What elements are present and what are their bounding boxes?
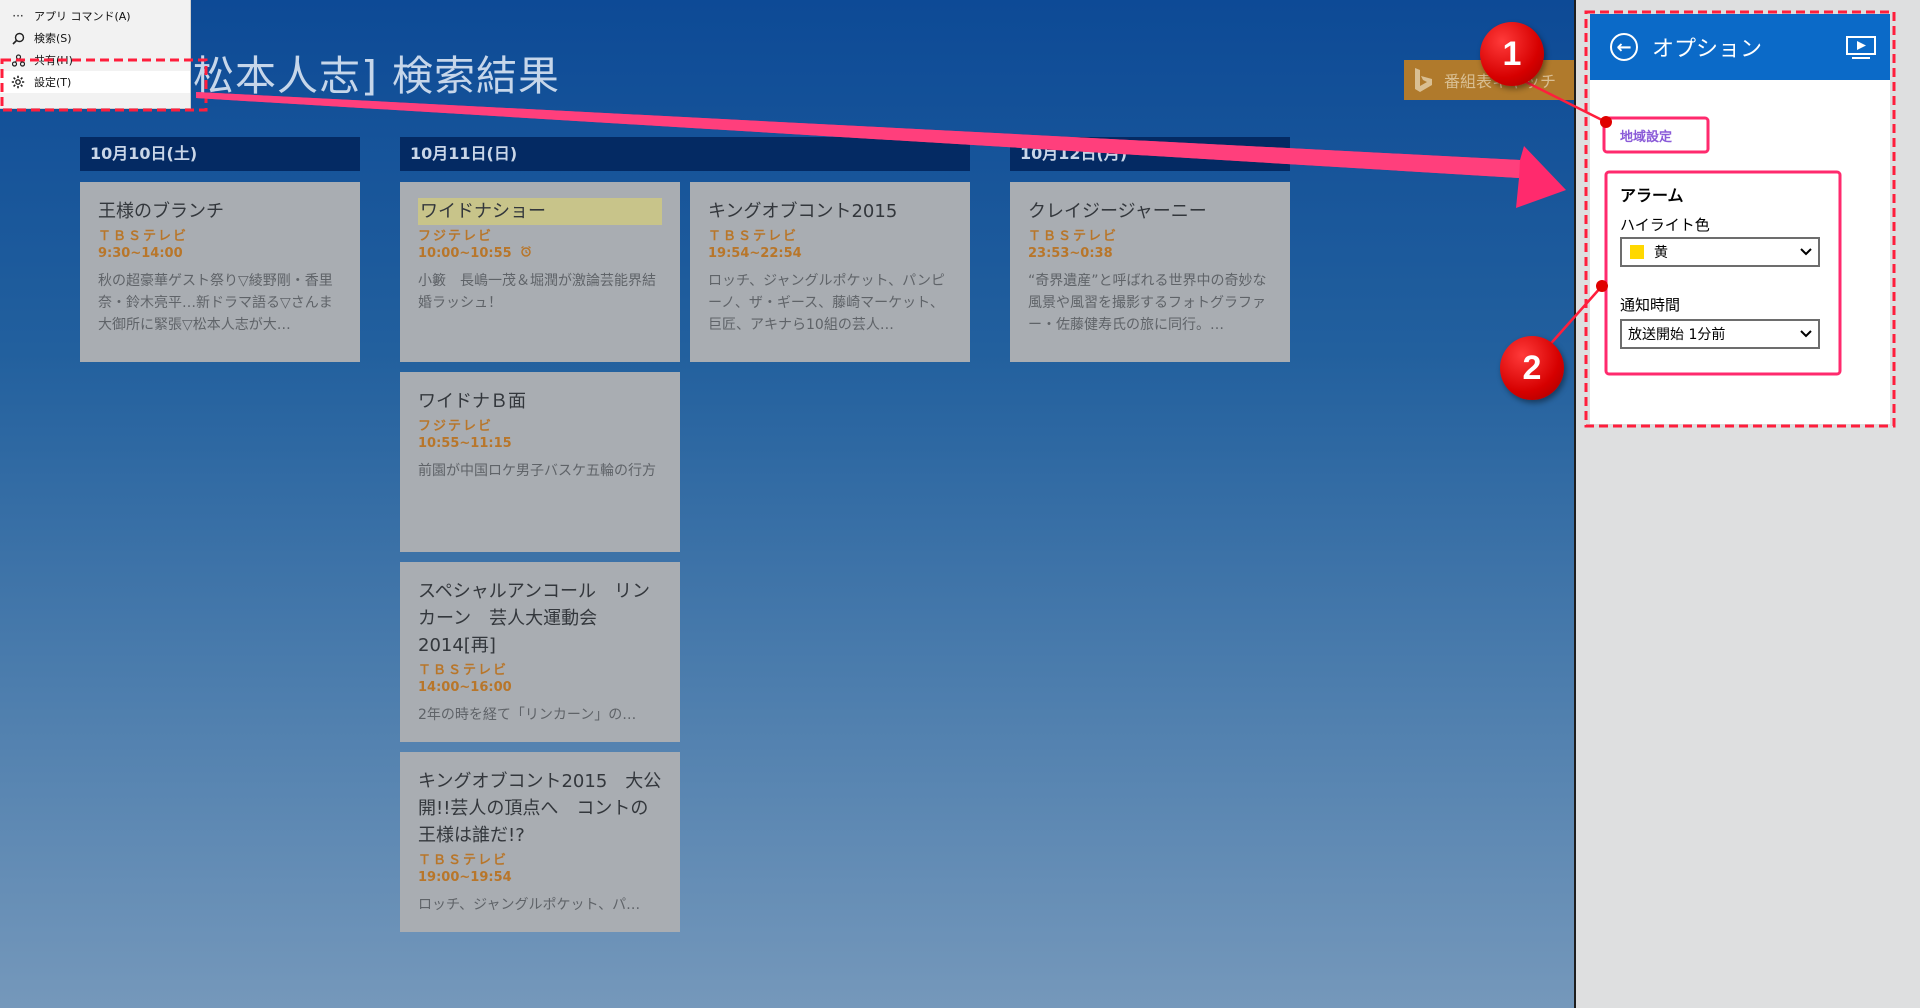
share-icon [8, 53, 28, 67]
options-panel: ← オプション 地域設定 アラーム ハイライト色 黄 通知時間 放送開始 1分前 [1590, 14, 1890, 424]
program-channel: ＴＢＳテレビ [418, 853, 509, 868]
program-description: 2年の時を経て「リンカーン」の… [418, 707, 637, 723]
program-channel: ＴＢＳテレビ [708, 229, 799, 244]
annotation-badge-1: 1 [1480, 22, 1544, 86]
alarm-heading: アラーム [1620, 186, 1684, 205]
date-header: 10月11日(日) [400, 137, 970, 171]
program-time-text: 10:00~10:55 [418, 246, 512, 261]
menu-item-share[interactable]: 共有(H) [0, 49, 190, 71]
program-title: ワイドナＢ面 [418, 391, 526, 412]
highlight-color-value: 黄 [1654, 245, 1668, 261]
program-channel: フジテレビ [418, 229, 494, 244]
more-icon: ··· [12, 9, 24, 23]
highlight-color-select[interactable]: 黄 [1620, 237, 1820, 267]
menu-item-app-commands[interactable]: ··· アプリ コマンド(A) [0, 5, 190, 27]
program-channel: フジテレビ [418, 419, 494, 434]
options-title: オプション [1652, 37, 1763, 62]
highlight-color-label: ハイライト色 [1620, 216, 1710, 234]
program-title: クレイジージャーニー [1028, 201, 1207, 222]
program-card[interactable]: ワイドナＢ面 フジテレビ 10:55~11:15 前園が中国ロケ男子バスケ五輪の… [400, 372, 680, 552]
program-channel: ＴＢＳテレビ [1028, 229, 1119, 244]
notify-time-value: 放送開始 1分前 [1628, 327, 1726, 343]
chevron-down-icon [1794, 248, 1818, 256]
date-header: 10月10日(土) [80, 137, 360, 171]
program-time: 19:00~19:54 [418, 870, 512, 885]
program-time: 10:55~11:15 [418, 436, 512, 451]
program-card[interactable]: 王様のブランチ ＴＢＳテレビ 9:30~14:00 秋の超豪華ゲスト祭り▽綾野剛… [80, 182, 360, 362]
app-tv-icon [1846, 36, 1876, 64]
program-title: キングオブコント2015 大公開!!芸人の頂点へ コントの王様は誰だ!? [418, 771, 662, 846]
program-time: 14:00~16:00 [418, 680, 512, 695]
program-title: ワイドナショー [418, 198, 662, 225]
color-swatch [1630, 245, 1644, 259]
program-title: 王様のブランチ [98, 201, 224, 222]
program-description: ロッチ、ジャングルポケット、パンピーノ、ザ・ギース、藤崎マーケット、巨匠、アキナ… [708, 273, 945, 333]
program-description: ロッチ、ジャングルポケット、パ… [418, 897, 641, 913]
program-description: 前園が中国ロケ男子バスケ五輪の行方 [418, 463, 656, 479]
region-settings-link[interactable]: 地域設定 [1620, 126, 1672, 145]
program-card[interactable]: キングオブコント2015 ＴＢＳテレビ 19:54~22:54 ロッチ、ジャング… [690, 182, 970, 362]
menu-item-label: 検索(S) [34, 32, 72, 45]
menu-item-settings[interactable]: 設定(T) [0, 71, 190, 93]
program-channel: ＴＢＳテレビ [418, 663, 509, 678]
annotation-badge-2: 2 [1500, 336, 1564, 400]
program-description: 秋の超豪華ゲスト祭り▽綾野剛・香里奈・鈴木亮平…新ドラマ語る▽さんま大御所に緊張… [98, 273, 333, 333]
notify-time-label: 通知時間 [1620, 296, 1681, 314]
program-card[interactable]: クレイジージャーニー ＴＢＳテレビ 23:53~0:38 “奇界遺産”と呼ばれる… [1010, 182, 1290, 362]
options-header: ← オプション [1590, 14, 1890, 80]
bing-logo-icon [1404, 60, 1444, 100]
program-description: 小籔 長嶋一茂＆堀潤が激論芸能界結婚ラッシュ！ [418, 273, 656, 311]
program-title: スペシャルアンコール リンカーン 芸人大運動会2014[再] [418, 581, 651, 656]
menu-item-label: アプリ コマンド(A) [34, 10, 131, 23]
program-time: 23:53~0:38 [1028, 246, 1113, 261]
chevron-down-icon [1794, 330, 1818, 338]
page-title: [松本人志] 検索結果 [176, 52, 561, 100]
program-title: キングオブコント2015 [708, 201, 898, 222]
notify-time-select[interactable]: 放送開始 1分前 [1620, 319, 1820, 349]
program-card[interactable]: キングオブコント2015 大公開!!芸人の頂点へ コントの王様は誰だ!? ＴＢＳ… [400, 752, 680, 932]
date-header: 10月12日(月) [1010, 137, 1290, 171]
program-channel: ＴＢＳテレビ [98, 229, 189, 244]
program-description: “奇界遺産”と呼ばれる世界中の奇妙な風景や風習を撮影するフォトグラファー・佐藤健… [1028, 273, 1267, 333]
menu-item-search[interactable]: 検索(S) [0, 27, 190, 49]
program-time: 19:54~22:54 [708, 246, 802, 261]
gear-icon [8, 75, 28, 89]
search-icon [8, 32, 28, 45]
alarm-clock-icon [520, 246, 532, 261]
program-card[interactable]: スペシャルアンコール リンカーン 芸人大運動会2014[再] ＴＢＳテレビ 14… [400, 562, 680, 742]
program-card[interactable]: ワイドナショー フジテレビ 10:00~10:55 小籔 長嶋一茂＆堀潤が激論芸… [400, 182, 680, 362]
program-time: 10:00~10:55 [418, 245, 662, 262]
menu-item-label: 設定(T) [34, 76, 72, 89]
back-arrow-icon[interactable]: ← [1610, 33, 1638, 61]
program-time: 9:30~14:00 [98, 246, 183, 261]
menu-item-label: 共有(H) [34, 54, 73, 67]
app-command-menu: ··· アプリ コマンド(A) 検索(S) 共有(H) 設定(T) [0, 0, 191, 109]
app-window: [松本人志] 検索結果 番組表キャッチ 10月10日(土) 10月11日(日) … [0, 0, 1920, 1008]
